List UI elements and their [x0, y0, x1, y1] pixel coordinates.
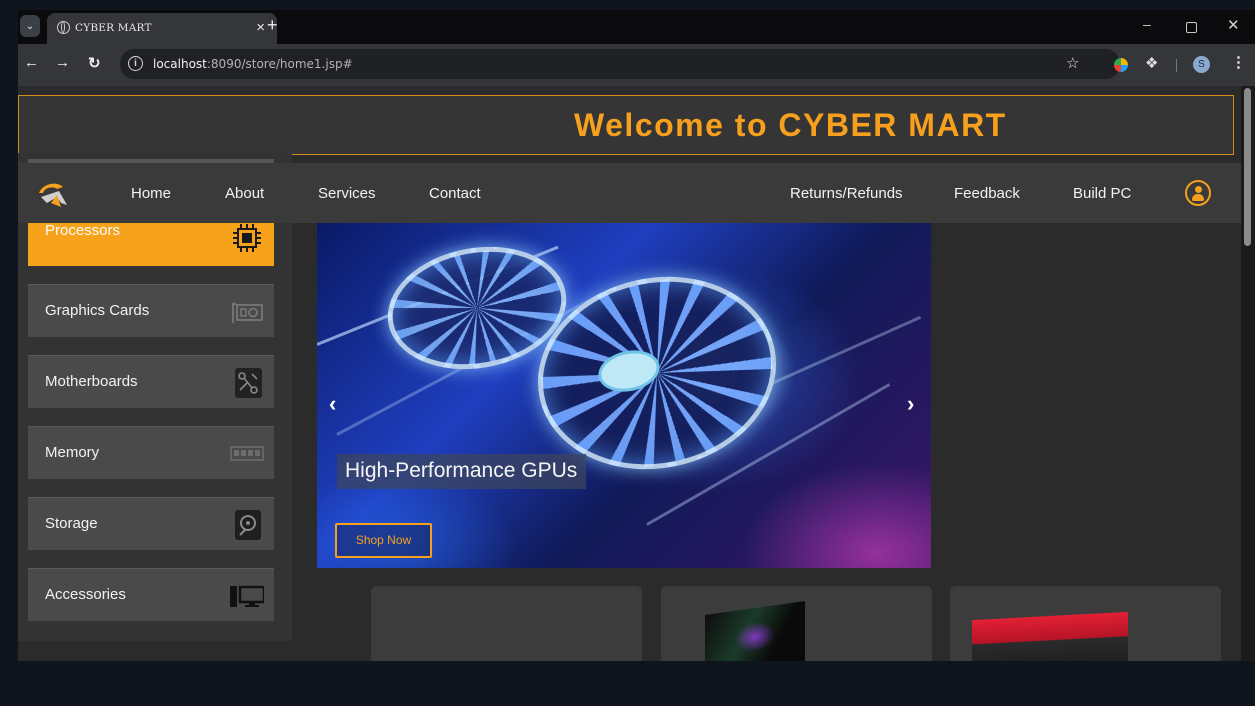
- forward-button[interactable]: →: [55, 54, 70, 71]
- toolbar-divider: [1176, 59, 1177, 72]
- nav-about[interactable]: About: [225, 185, 264, 202]
- user-account-icon[interactable]: [1185, 180, 1211, 206]
- product-card[interactable]: [371, 586, 642, 661]
- product-card[interactable]: [661, 586, 932, 661]
- shop-now-button[interactable]: Shop Now: [335, 523, 432, 558]
- nav-contact[interactable]: Contact: [429, 185, 481, 202]
- sidebar-item-motherboards[interactable]: Motherboards: [28, 355, 274, 408]
- cpu-icon: [233, 224, 261, 252]
- sidebar-item-storage[interactable]: Storage: [28, 497, 274, 550]
- graphics-card-icon: [232, 302, 263, 323]
- carousel-prev-button[interactable]: ‹: [329, 391, 336, 417]
- window-minimize-button[interactable]: –: [1143, 16, 1151, 32]
- welcome-title: Welcome to CYBER MART: [574, 107, 1007, 143]
- hero-carousel: ‹ › High-Performance GPUs Shop Now: [317, 223, 931, 568]
- welcome-banner: Welcome to CYBER MART: [18, 95, 1234, 155]
- extension-icon[interactable]: [1114, 58, 1128, 72]
- motherboard-icon: [235, 368, 262, 398]
- url-text: localhost:8090/store/home1.jsp#: [153, 57, 353, 71]
- browser-tab[interactable]: CYBER MART ×: [47, 13, 277, 44]
- cyber-mart-logo[interactable]: [37, 179, 69, 209]
- main-navbar: Home About Services Contact Returns/Refu…: [18, 163, 1241, 223]
- carousel-caption: High-Performance GPUs: [337, 454, 587, 489]
- sidebar-item-label: Memory: [45, 444, 100, 461]
- browser-menu-icon[interactable]: ⋮: [1231, 53, 1246, 71]
- bookmark-star-icon[interactable]: ☆: [1066, 54, 1079, 72]
- tab-close-button[interactable]: ×: [256, 19, 265, 36]
- sidebar-item-label: Processors: [45, 222, 121, 239]
- page-scrollbar[interactable]: [1241, 86, 1255, 661]
- carousel-next-button[interactable]: ›: [907, 391, 914, 417]
- site-info-icon[interactable]: i: [128, 56, 143, 71]
- sidebar-item-graphics-cards[interactable]: Graphics Cards: [28, 284, 274, 337]
- sidebar-item-label: Accessories: [45, 586, 126, 603]
- sidebar-item-label: Graphics Cards: [45, 302, 150, 319]
- memory-icon: [230, 446, 264, 461]
- new-tab-button[interactable]: +: [267, 15, 278, 36]
- nav-home[interactable]: Home: [131, 185, 171, 202]
- nav-build-pc[interactable]: Build PC: [1073, 185, 1131, 202]
- window-restore-button[interactable]: [1186, 22, 1197, 33]
- browser-tab-strip: ⌄ CYBER MART × + – ✕: [18, 10, 1255, 44]
- profile-avatar[interactable]: S: [1193, 56, 1210, 73]
- globe-icon: [57, 21, 70, 34]
- reload-button[interactable]: ↻: [88, 54, 101, 72]
- product-image: [705, 600, 805, 661]
- storage-icon: [235, 510, 261, 540]
- product-image: [972, 611, 1128, 661]
- scrollbar-thumb[interactable]: [1244, 88, 1251, 246]
- extensions-puzzle-icon[interactable]: ❖: [1145, 54, 1158, 72]
- tab-title: CYBER MART: [75, 22, 152, 34]
- sidebar-item-memory[interactable]: Memory: [28, 426, 274, 479]
- nav-feedback[interactable]: Feedback: [954, 185, 1020, 202]
- tab-search-button[interactable]: ⌄: [20, 15, 40, 37]
- sidebar-item-accessories[interactable]: Accessories: [28, 568, 274, 621]
- sidebar-item-label: Storage: [45, 515, 98, 532]
- nav-returns-refunds[interactable]: Returns/Refunds: [790, 185, 903, 202]
- sidebar-item-label: Motherboards: [45, 373, 138, 390]
- window-close-button[interactable]: ✕: [1227, 16, 1240, 34]
- nav-services[interactable]: Services: [318, 185, 376, 202]
- address-bar[interactable]: i localhost:8090/store/home1.jsp# ☆: [120, 49, 1120, 79]
- back-button[interactable]: ←: [24, 54, 39, 71]
- desktop-icon: [230, 585, 264, 607]
- address-toolbar: ← → ↻ i localhost:8090/store/home1.jsp# …: [18, 44, 1255, 86]
- web-page: Welcome to CYBER MART Processors Graphic…: [18, 86, 1241, 661]
- product-card[interactable]: [950, 586, 1221, 661]
